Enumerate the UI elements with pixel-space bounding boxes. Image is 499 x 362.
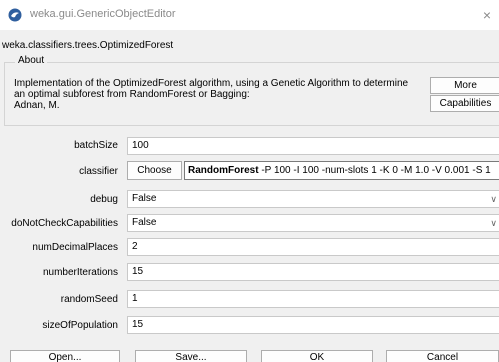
- about-legend: About: [15, 55, 48, 66]
- about-description: Implementation of the OptimizedForest al…: [14, 78, 422, 111]
- sizeofpopulation-input[interactable]: 15: [127, 316, 499, 334]
- classifier-label: classifier: [79, 166, 118, 177]
- object-class-name: weka.classifiers.trees.OptimizedForest: [2, 40, 174, 51]
- about-text-line: Implementation of the OptimizedForest al…: [14, 78, 409, 89]
- chevron-down-icon[interactable]: ∨: [490, 215, 497, 231]
- about-text-line: an optimal subforest from RandomForest o…: [14, 89, 250, 100]
- classifier-name: RandomForest: [188, 165, 259, 176]
- numberiterations-label: numberIterations: [42, 267, 118, 278]
- chevron-down-icon[interactable]: ∨: [490, 191, 497, 207]
- cancel-button[interactable]: Cancel: [386, 350, 499, 362]
- save-button[interactable]: Save...: [135, 350, 247, 362]
- open-button[interactable]: Open...: [10, 350, 120, 362]
- donotcheckcapabilities-select[interactable]: False ∨: [127, 214, 499, 232]
- window-title: weka.gui.GenericObjectEditor: [30, 8, 176, 20]
- debug-label: debug: [90, 194, 118, 205]
- classifier-options: -P 100 -I 100 -num-slots 1 -K 0 -M 1.0 -…: [258, 165, 491, 176]
- close-icon[interactable]: ×: [475, 0, 499, 30]
- numdecimalplaces-input[interactable]: 2: [127, 238, 499, 256]
- classifier-config-field[interactable]: RandomForest -P 100 -I 100 -num-slots 1 …: [184, 161, 499, 180]
- title-bar: weka.gui.GenericObjectEditor ×: [0, 0, 499, 30]
- randomseed-input[interactable]: 1: [127, 290, 499, 308]
- randomseed-label: randomSeed: [60, 294, 118, 305]
- weka-app-icon: [8, 8, 22, 22]
- ok-button[interactable]: OK: [261, 350, 373, 362]
- debug-value: False: [132, 193, 157, 204]
- donotcheckcapabilities-value: False: [132, 217, 157, 228]
- numberiterations-input[interactable]: 15: [127, 263, 499, 281]
- donotcheckcapabilities-label: doNotCheckCapabilities: [11, 218, 118, 229]
- batchsize-label: batchSize: [74, 140, 118, 151]
- batchsize-input[interactable]: 100: [127, 137, 499, 155]
- about-text-line: Adnan, M.: [14, 100, 60, 111]
- more-button[interactable]: More: [430, 77, 499, 94]
- choose-classifier-button[interactable]: Choose: [127, 161, 182, 180]
- debug-select[interactable]: False ∨: [127, 190, 499, 208]
- capabilities-button[interactable]: Capabilities: [430, 95, 499, 112]
- sizeofpopulation-label: sizeOfPopulation: [42, 320, 118, 331]
- numdecimalplaces-label: numDecimalPlaces: [32, 242, 118, 253]
- about-panel: About Implementation of the OptimizedFor…: [4, 55, 499, 126]
